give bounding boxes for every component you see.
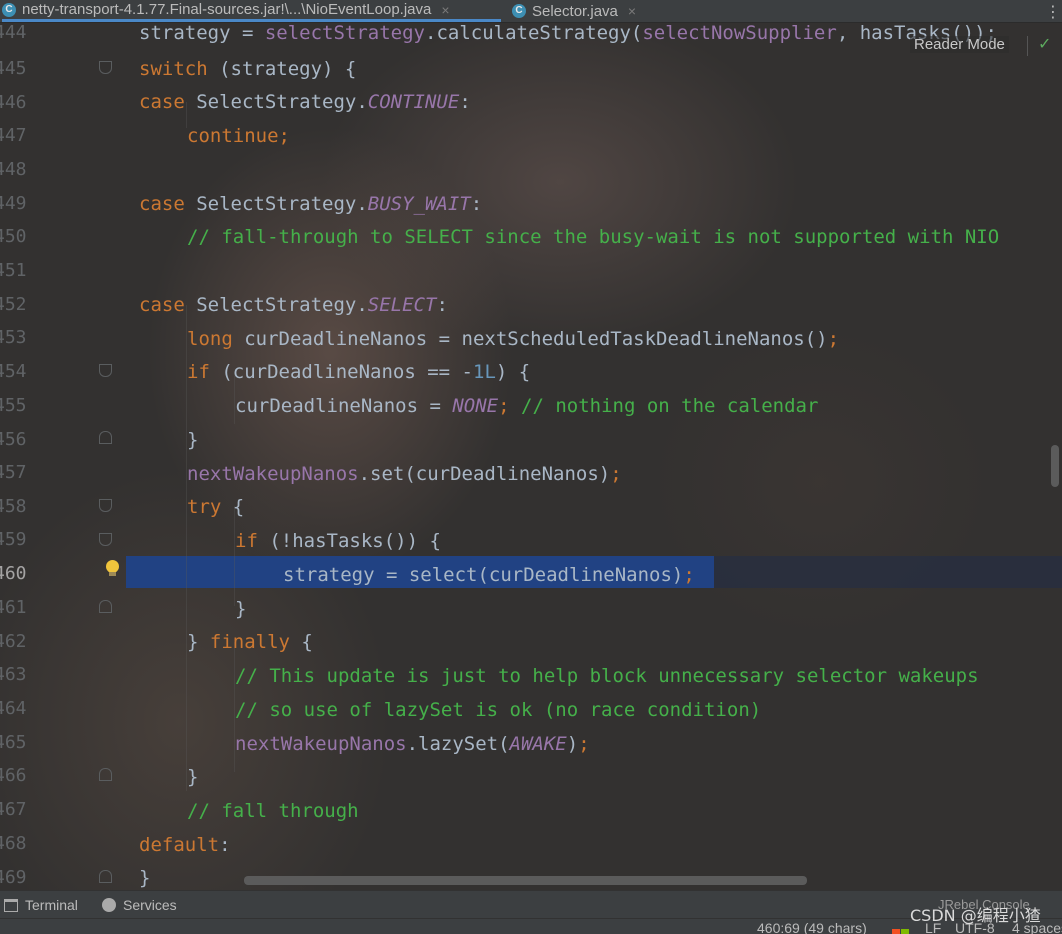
code-line-455: curDeadlineNanos = NONE; // nothing on t… bbox=[235, 395, 819, 417]
code-line-469: } bbox=[139, 867, 151, 889]
services-tool-button[interactable]: Services bbox=[102, 897, 177, 913]
more-options-icon[interactable]: ⋮ bbox=[1045, 2, 1061, 21]
code-line-457: nextWakeupNanos.set(curDeadlineNanos); bbox=[187, 463, 622, 485]
services-label: Services bbox=[123, 897, 177, 913]
code-editor[interactable]: strategy = selectStrategy.calculateStrat… bbox=[0, 22, 1062, 890]
code-line-462: } finally { bbox=[187, 631, 313, 653]
code-line-459: if (!hasTasks()) { bbox=[235, 530, 441, 552]
tool-window-bar: Terminal Services bbox=[0, 890, 1062, 919]
caret-position[interactable]: 460:69 (49 chars) bbox=[757, 920, 867, 934]
code-line-465: nextWakeupNanos.lazySet(AWAKE); bbox=[235, 733, 590, 755]
close-icon[interactable]: × bbox=[628, 3, 636, 19]
services-icon bbox=[102, 898, 116, 912]
terminal-label: Terminal bbox=[25, 897, 78, 913]
code-line-458: try { bbox=[187, 496, 245, 518]
close-icon[interactable]: × bbox=[441, 2, 449, 18]
code-line-454: if (curDeadlineNanos == -1L) { bbox=[187, 361, 531, 383]
windows-logo-icon bbox=[892, 922, 910, 934]
class-file-icon: C bbox=[2, 2, 16, 17]
class-file-icon: C bbox=[512, 4, 526, 18]
code-line-453: long curDeadlineNanos = nextScheduledTas… bbox=[187, 328, 840, 350]
reader-mode-button[interactable]: Reader Mode bbox=[910, 36, 1009, 53]
terminal-icon bbox=[4, 898, 18, 912]
code-line-466: } bbox=[187, 766, 199, 788]
tab-label: netty-transport-4.1.77.Final-sources.jar… bbox=[22, 1, 432, 18]
code-line-449: case SelectStrategy.BUSY_WAIT: bbox=[139, 193, 483, 215]
code-line-447: continue; bbox=[187, 125, 290, 147]
divider bbox=[1027, 36, 1028, 56]
code-line-452: case SelectStrategy.SELECT: bbox=[139, 294, 448, 316]
csdn-watermark: CSDN @编程小猹 bbox=[910, 906, 1041, 925]
code-line-463: // This update is just to help block unn… bbox=[235, 665, 979, 687]
status-bar: 460:69 (49 chars) LF UTF-8 4 spaces bbox=[0, 918, 1062, 934]
code-line-456: } bbox=[187, 429, 199, 451]
code-line-450: // fall-through to SELECT since the busy… bbox=[187, 226, 1000, 248]
indent-guide bbox=[234, 506, 235, 606]
code-line-444: strategy = selectStrategy.calculateStrat… bbox=[139, 22, 997, 43]
horizontal-scrollbar[interactable] bbox=[244, 876, 807, 885]
code-line-461: } bbox=[235, 598, 247, 620]
editor-tab-bar: C netty-transport-4.1.77.Final-sources.j… bbox=[0, 0, 1062, 23]
code-line-445: switch (strategy) { bbox=[139, 58, 357, 80]
code-line-468: default: bbox=[139, 834, 231, 856]
tab-selector[interactable]: C Selector.java × bbox=[512, 0, 636, 22]
vertical-scrollbar[interactable] bbox=[1051, 445, 1059, 487]
code-line-460: strategy = select(curDeadlineNanos); bbox=[283, 564, 695, 586]
tab-label: Selector.java bbox=[532, 2, 618, 20]
code-line-464: // so use of lazySet is ok (no race cond… bbox=[235, 699, 762, 721]
code-line-467: // fall through bbox=[187, 800, 359, 822]
terminal-tool-button[interactable]: Terminal bbox=[4, 897, 78, 913]
code-line-446: case SelectStrategy.CONTINUE: bbox=[139, 91, 471, 113]
checkmark-icon[interactable]: ✓ bbox=[1038, 34, 1051, 53]
tab-nioeventloop[interactable]: C netty-transport-4.1.77.Final-sources.j… bbox=[2, 0, 501, 22]
